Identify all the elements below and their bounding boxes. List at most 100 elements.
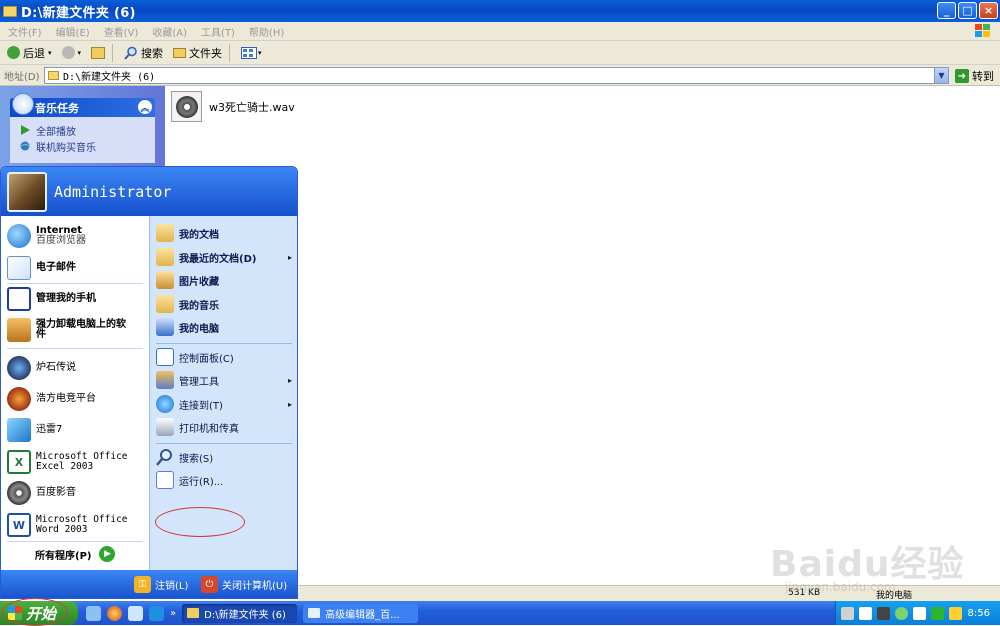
shutdown-button[interactable]: ⏻ 关闭计算机(U) <box>201 576 287 593</box>
quick-launch: » <box>86 605 176 621</box>
start-item-my-music[interactable]: 我的音乐 <box>156 295 296 313</box>
forward-button[interactable]: ▾ <box>59 43 85 63</box>
taskbar-button-editor[interactable]: 高级编辑器_百... <box>303 603 419 623</box>
views-button[interactable]: ▾ <box>238 43 265 63</box>
dropdown-arrow-icon: ▾ <box>258 48 262 57</box>
menu-view[interactable]: 查看(V) <box>104 24 139 39</box>
start-item-hearthstone[interactable]: 炉石传说 <box>7 356 76 380</box>
browser-icon[interactable] <box>107 605 122 621</box>
music-tasks-header[interactable]: 音乐任务 ︽ <box>10 93 155 117</box>
menu-edit[interactable]: 编辑(E) <box>56 24 90 39</box>
shield-icon[interactable] <box>949 606 962 620</box>
show-desktop-icon[interactable] <box>86 605 101 621</box>
task-buy-music-online[interactable]: 联机购买音乐 <box>20 138 155 154</box>
start-item-connect-to[interactable]: 连接到(T) ▸ <box>156 395 296 413</box>
file-name: w3死亡骑士.wav <box>209 100 295 114</box>
search-icon <box>124 46 137 60</box>
start-item-phone-manager[interactable]: 管理我的手机 <box>7 287 96 311</box>
dropdown-arrow-icon: ▾ <box>48 48 52 57</box>
submenu-arrow-icon: ▸ <box>287 399 292 409</box>
watermark-site: jingyan.baidu.com <box>785 580 896 594</box>
address-input[interactable]: D:\新建文件夹 (6) ▼ <box>44 67 949 84</box>
start-menu-footer: ⚿ 注销(L) ⏻ 关闭计算机(U) <box>1 570 297 598</box>
start-item-uninstaller[interactable]: 强力卸载电脑上的软件 <box>7 318 126 342</box>
start-item-baidu-player[interactable]: 百度影音 <box>7 481 76 505</box>
menu-tools[interactable]: 工具(T) <box>201 24 235 39</box>
folder-icon <box>48 71 59 80</box>
submenu-arrow-icon: ▸ <box>287 375 292 385</box>
start-item-label: 控制面板(C) <box>179 353 234 365</box>
email-icon <box>7 256 31 280</box>
address-dropdown-button[interactable]: ▼ <box>934 68 948 83</box>
start-item-label: 连接到(T) <box>179 400 223 412</box>
media-player-icon[interactable] <box>149 605 164 621</box>
start-item-recent-documents[interactable]: 我最近的文档(D) ▸ <box>156 248 296 266</box>
minimize-button[interactable]: _ <box>937 2 956 19</box>
back-button[interactable]: 后退 ▾ <box>4 43 55 63</box>
volume-icon[interactable] <box>913 606 926 620</box>
my-music-icon <box>156 295 174 313</box>
taskbar-button-label: D:\新建文件夹 (6) <box>204 609 286 621</box>
start-item-search[interactable]: 搜索(S) <box>156 448 296 466</box>
start-item-control-panel[interactable]: 控制面板(C) <box>156 348 296 366</box>
globe-icon <box>20 141 30 151</box>
close-button[interactable]: × <box>979 2 998 19</box>
start-item-sublabel: Word 2003 <box>36 524 88 535</box>
menu-favorites[interactable]: 收藏(A) <box>152 24 187 39</box>
start-item-haofang[interactable]: 浩方电竞平台 <box>7 387 96 411</box>
ie-icon[interactable] <box>128 605 143 621</box>
start-item-my-computer[interactable]: 我的电脑 <box>156 318 296 336</box>
start-item-excel[interactable]: X Microsoft Office Excel 2003 <box>7 450 128 474</box>
taskbar: 开始 » D:\新建文件夹 (6) 高级编辑器_百... 8:56 <box>0 598 1000 626</box>
start-item-email[interactable]: 电子邮件 <box>7 256 76 280</box>
keyboard-icon[interactable] <box>841 606 854 620</box>
menu-bar: 文件(F) 编辑(E) 查看(V) 收藏(A) 工具(T) 帮助(H) <box>0 22 1000 41</box>
toolbar-separator <box>229 43 231 62</box>
toolbar: 后退 ▾ ▾ 搜索 文件夹 ▾ <box>0 41 1000 65</box>
monitor-icon[interactable] <box>877 606 890 620</box>
taskbar-button-label: 高级编辑器_百... <box>325 609 400 621</box>
search-button[interactable]: 搜索 <box>121 43 166 63</box>
all-programs-button[interactable]: 所有程序(P) ▶ <box>35 546 116 562</box>
start-item-label: 图片收藏 <box>179 276 219 288</box>
go-button[interactable]: ➜ 转到 <box>955 68 994 84</box>
start-menu-header: Administrator <box>1 167 297 216</box>
start-item-run[interactable]: 运行(R)... <box>156 471 296 489</box>
avatar[interactable] <box>7 171 47 212</box>
menu-file[interactable]: 文件(F) <box>8 24 42 39</box>
help-icon[interactable] <box>859 606 872 620</box>
taskbar-button-explorer[interactable]: D:\新建文件夹 (6) <box>182 603 298 623</box>
quick-launch-chevron-icon[interactable]: » <box>170 608 176 619</box>
divider <box>7 348 143 349</box>
my-computer-icon <box>156 318 174 336</box>
divider <box>7 541 143 542</box>
start-item-word[interactable]: W Microsoft Office Word 2003 <box>7 513 128 537</box>
start-item-label: 我的电脑 <box>179 323 219 335</box>
start-item-thunder[interactable]: 迅雷7 <box>7 418 62 442</box>
file-item[interactable]: w3死亡骑士.wav <box>171 91 295 122</box>
security-icon[interactable] <box>931 606 944 620</box>
start-item-my-documents[interactable]: 我的文档 <box>156 224 296 242</box>
collapse-chevron-icon[interactable]: ︽ <box>138 100 152 114</box>
start-item-internet[interactable]: Internet 百度浏览器 <box>7 224 86 248</box>
start-item-admin-tools[interactable]: 管理工具 ▸ <box>156 371 296 389</box>
window-title-bar[interactable]: D:\新建文件夹 (6) _ □ × <box>0 0 1000 22</box>
start-item-label: 打印机和传真 <box>179 423 239 435</box>
maximize-button[interactable]: □ <box>958 2 977 19</box>
folder-icon <box>187 608 200 618</box>
start-item-my-pictures[interactable]: 图片收藏 <box>156 271 296 289</box>
start-item-label: 我的音乐 <box>179 300 219 312</box>
logoff-button[interactable]: ⚿ 注销(L) <box>134 576 188 593</box>
control-panel-icon <box>156 348 174 366</box>
go-arrow-icon: ➜ <box>955 69 969 83</box>
up-folder-button[interactable] <box>88 43 108 63</box>
wifi-icon[interactable] <box>895 606 908 620</box>
start-button[interactable]: 开始 <box>0 598 78 626</box>
task-play-all[interactable]: 全部播放 <box>20 122 155 138</box>
menu-help[interactable]: 帮助(H) <box>249 24 284 39</box>
folders-button[interactable]: 文件夹 <box>170 43 225 63</box>
music-note-icon <box>12 93 34 115</box>
clock[interactable]: 8:56 <box>968 608 990 619</box>
media-file-icon <box>171 91 202 122</box>
start-item-printers[interactable]: 打印机和传真 <box>156 418 296 436</box>
